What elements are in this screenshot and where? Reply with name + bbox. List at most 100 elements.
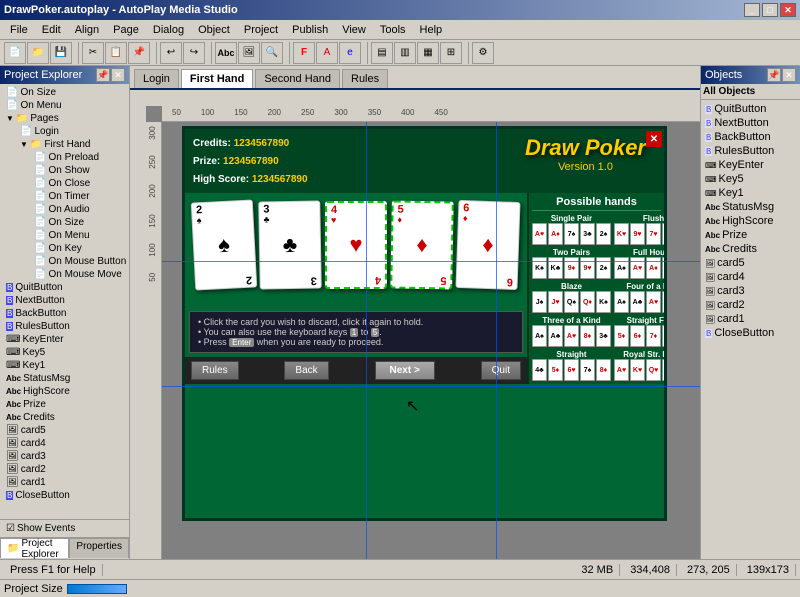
obj-statusmsg[interactable]: AbcStatusMsg — [703, 200, 798, 214]
menu-dialog[interactable]: Dialog — [147, 22, 190, 38]
tree-item-pages[interactable]: ▼📁Pages — [2, 112, 127, 125]
tree-item-prize[interactable]: AbcPrize — [2, 398, 127, 411]
tb-save[interactable]: 💾 — [50, 42, 72, 64]
tb-copy[interactable]: 📋 — [105, 42, 127, 64]
tree-item-nextbtn[interactable]: BNextButton — [2, 294, 127, 307]
menu-publish[interactable]: Publish — [286, 22, 334, 38]
tb-ie[interactable]: e — [339, 42, 361, 64]
tree-item-onmousemove[interactable]: 📄On Mouse Move — [2, 268, 127, 281]
menu-edit[interactable]: Edit — [36, 22, 67, 38]
tree-item-quitbtn[interactable]: BQuitButton — [2, 281, 127, 294]
tb-align-l[interactable]: ▤ — [371, 42, 393, 64]
tree-item-card4[interactable]: 🖼card4 — [2, 437, 127, 450]
card-5[interactable]: 6 ♦ ♦ 6 — [455, 200, 520, 290]
obj-backbutton[interactable]: BBackButton — [703, 130, 798, 144]
menu-object[interactable]: Object — [192, 22, 236, 38]
tb-image[interactable]: 🖼 — [238, 42, 260, 64]
tree-item-card1[interactable]: 🖼card1 — [2, 476, 127, 489]
obj-card1[interactable]: 🖼card1 — [703, 312, 798, 326]
tb-dist[interactable]: ⊞ — [440, 42, 462, 64]
obj-card5[interactable]: 🖼card5 — [703, 256, 798, 270]
objects-pin-button[interactable]: 📌 — [767, 68, 781, 82]
tree-item-key5[interactable]: ⌨Key5 — [2, 346, 127, 359]
game-close-button[interactable]: ✕ — [646, 131, 662, 147]
tree-item-closebtn[interactable]: BCloseButton — [2, 489, 127, 502]
tab-login[interactable]: Login — [134, 69, 179, 88]
tree-item-rulesbtn[interactable]: BRulesButton — [2, 320, 127, 333]
tree-item-credits[interactable]: AbcCredits — [2, 411, 127, 424]
tree-item-onkey[interactable]: 📄On Key — [2, 242, 127, 255]
tab-secondhand[interactable]: Second Hand — [255, 69, 340, 88]
tree-item-card2[interactable]: 🖼card2 — [2, 463, 127, 476]
tb-settings[interactable]: ⚙ — [472, 42, 494, 64]
tree-item-onmenu[interactable]: 📄On Menu — [2, 99, 127, 112]
close-button[interactable]: ✕ — [780, 3, 796, 17]
menu-file[interactable]: File — [4, 22, 34, 38]
card-3[interactable]: 4 ♥ ♥ 4 — [325, 201, 387, 289]
tree-item-login[interactable]: 📄Login — [2, 125, 127, 138]
tb-align-r[interactable]: ▦ — [417, 42, 439, 64]
tb-paste[interactable]: 📌 — [128, 42, 150, 64]
menu-project[interactable]: Project — [238, 22, 284, 38]
tree-item-onmenu2[interactable]: 📄On Menu — [2, 229, 127, 242]
quit-button[interactable]: Quit — [481, 361, 521, 380]
obj-rulesbutton[interactable]: BRulesButton — [703, 144, 798, 158]
obj-closebutton[interactable]: BCloseButton — [703, 326, 798, 340]
obj-card2[interactable]: 🖼card2 — [703, 298, 798, 312]
menu-align[interactable]: Align — [69, 22, 105, 38]
tab-firsthand[interactable]: First Hand — [181, 69, 253, 88]
tree-item-onaudio[interactable]: 📄On Audio — [2, 203, 127, 216]
obj-key1[interactable]: ⌨Key1 — [703, 186, 798, 200]
obj-key5[interactable]: ⌨Key5 — [703, 172, 798, 186]
tree-item-onshow[interactable]: 📄On Show — [2, 164, 127, 177]
obj-keyenter[interactable]: ⌨KeyEnter — [703, 158, 798, 172]
tb-new[interactable]: 📄 — [4, 42, 26, 64]
back-button[interactable]: Back — [284, 361, 328, 380]
tb-flash[interactable]: F — [293, 42, 315, 64]
tree-item-statusmsg[interactable]: AbcStatusMsg — [2, 372, 127, 385]
tab-rules[interactable]: Rules — [342, 69, 388, 88]
tree-item-ontimer[interactable]: 📄On Timer — [2, 190, 127, 203]
menu-help[interactable]: Help — [414, 22, 449, 38]
tree-item-onclose[interactable]: 📄On Close — [2, 177, 127, 190]
tree-item-onsize[interactable]: 📄On Size — [2, 86, 127, 99]
next-button[interactable]: Next > — [375, 361, 435, 380]
tree-item-onsize2[interactable]: 📄On Size — [2, 216, 127, 229]
obj-highscore[interactable]: AbcHighScore — [703, 214, 798, 228]
menu-tools[interactable]: Tools — [374, 22, 412, 38]
panel-pin-button[interactable]: 📌 — [96, 68, 110, 82]
tb-cut[interactable]: ✂ — [82, 42, 104, 64]
tb-undo[interactable]: ↩ — [160, 42, 182, 64]
properties-tab[interactable]: Properties — [69, 538, 129, 558]
objects-close-icon[interactable]: ✕ — [782, 68, 796, 82]
tree-item-card5[interactable]: 🖼card5 — [2, 424, 127, 437]
tree-item-card3[interactable]: 🖼card3 — [2, 450, 127, 463]
menu-page[interactable]: Page — [107, 22, 145, 38]
card-4[interactable]: 5 ♦ ♦ 5 — [390, 200, 454, 289]
obj-quitbutton[interactable]: BQuitButton — [703, 102, 798, 116]
tb-text[interactable]: Abc — [215, 42, 237, 64]
obj-card4[interactable]: 🖼card4 — [703, 270, 798, 284]
tree-item-keyenter[interactable]: ⌨KeyEnter — [2, 333, 127, 346]
panel-close-icon[interactable]: ✕ — [111, 68, 125, 82]
menu-view[interactable]: View — [336, 22, 372, 38]
minimize-button[interactable]: _ — [744, 3, 760, 17]
tb-align-c[interactable]: ▥ — [394, 42, 416, 64]
tree-item-onmousebtn[interactable]: 📄On Mouse Button — [2, 255, 127, 268]
rules-button[interactable]: Rules — [191, 361, 239, 380]
tree-item-firsthand[interactable]: ▼📁First Hand — [2, 138, 127, 151]
obj-prize[interactable]: AbcPrize — [703, 228, 798, 242]
tb-zoom[interactable]: 🔍 — [261, 42, 283, 64]
obj-credits[interactable]: AbcCredits — [703, 242, 798, 256]
show-events-toggle[interactable]: ☑Show Events — [0, 523, 81, 534]
tree-item-backbtn[interactable]: BBackButton — [2, 307, 127, 320]
card-2[interactable]: 3 ♣ ♣ 3 — [258, 200, 322, 289]
obj-card3[interactable]: 🖼card3 — [703, 284, 798, 298]
tb-open[interactable]: 📁 — [27, 42, 49, 64]
tb-redo[interactable]: ↪ — [183, 42, 205, 64]
tb-acrobat[interactable]: A — [316, 42, 338, 64]
project-explorer-tab[interactable]: 📁 Project Explorer — [0, 538, 69, 558]
maximize-button[interactable]: □ — [762, 3, 778, 17]
tree-item-onpreload[interactable]: 📄On Preload — [2, 151, 127, 164]
card-1[interactable]: 2 ♠ ♠ 2 — [191, 199, 258, 290]
